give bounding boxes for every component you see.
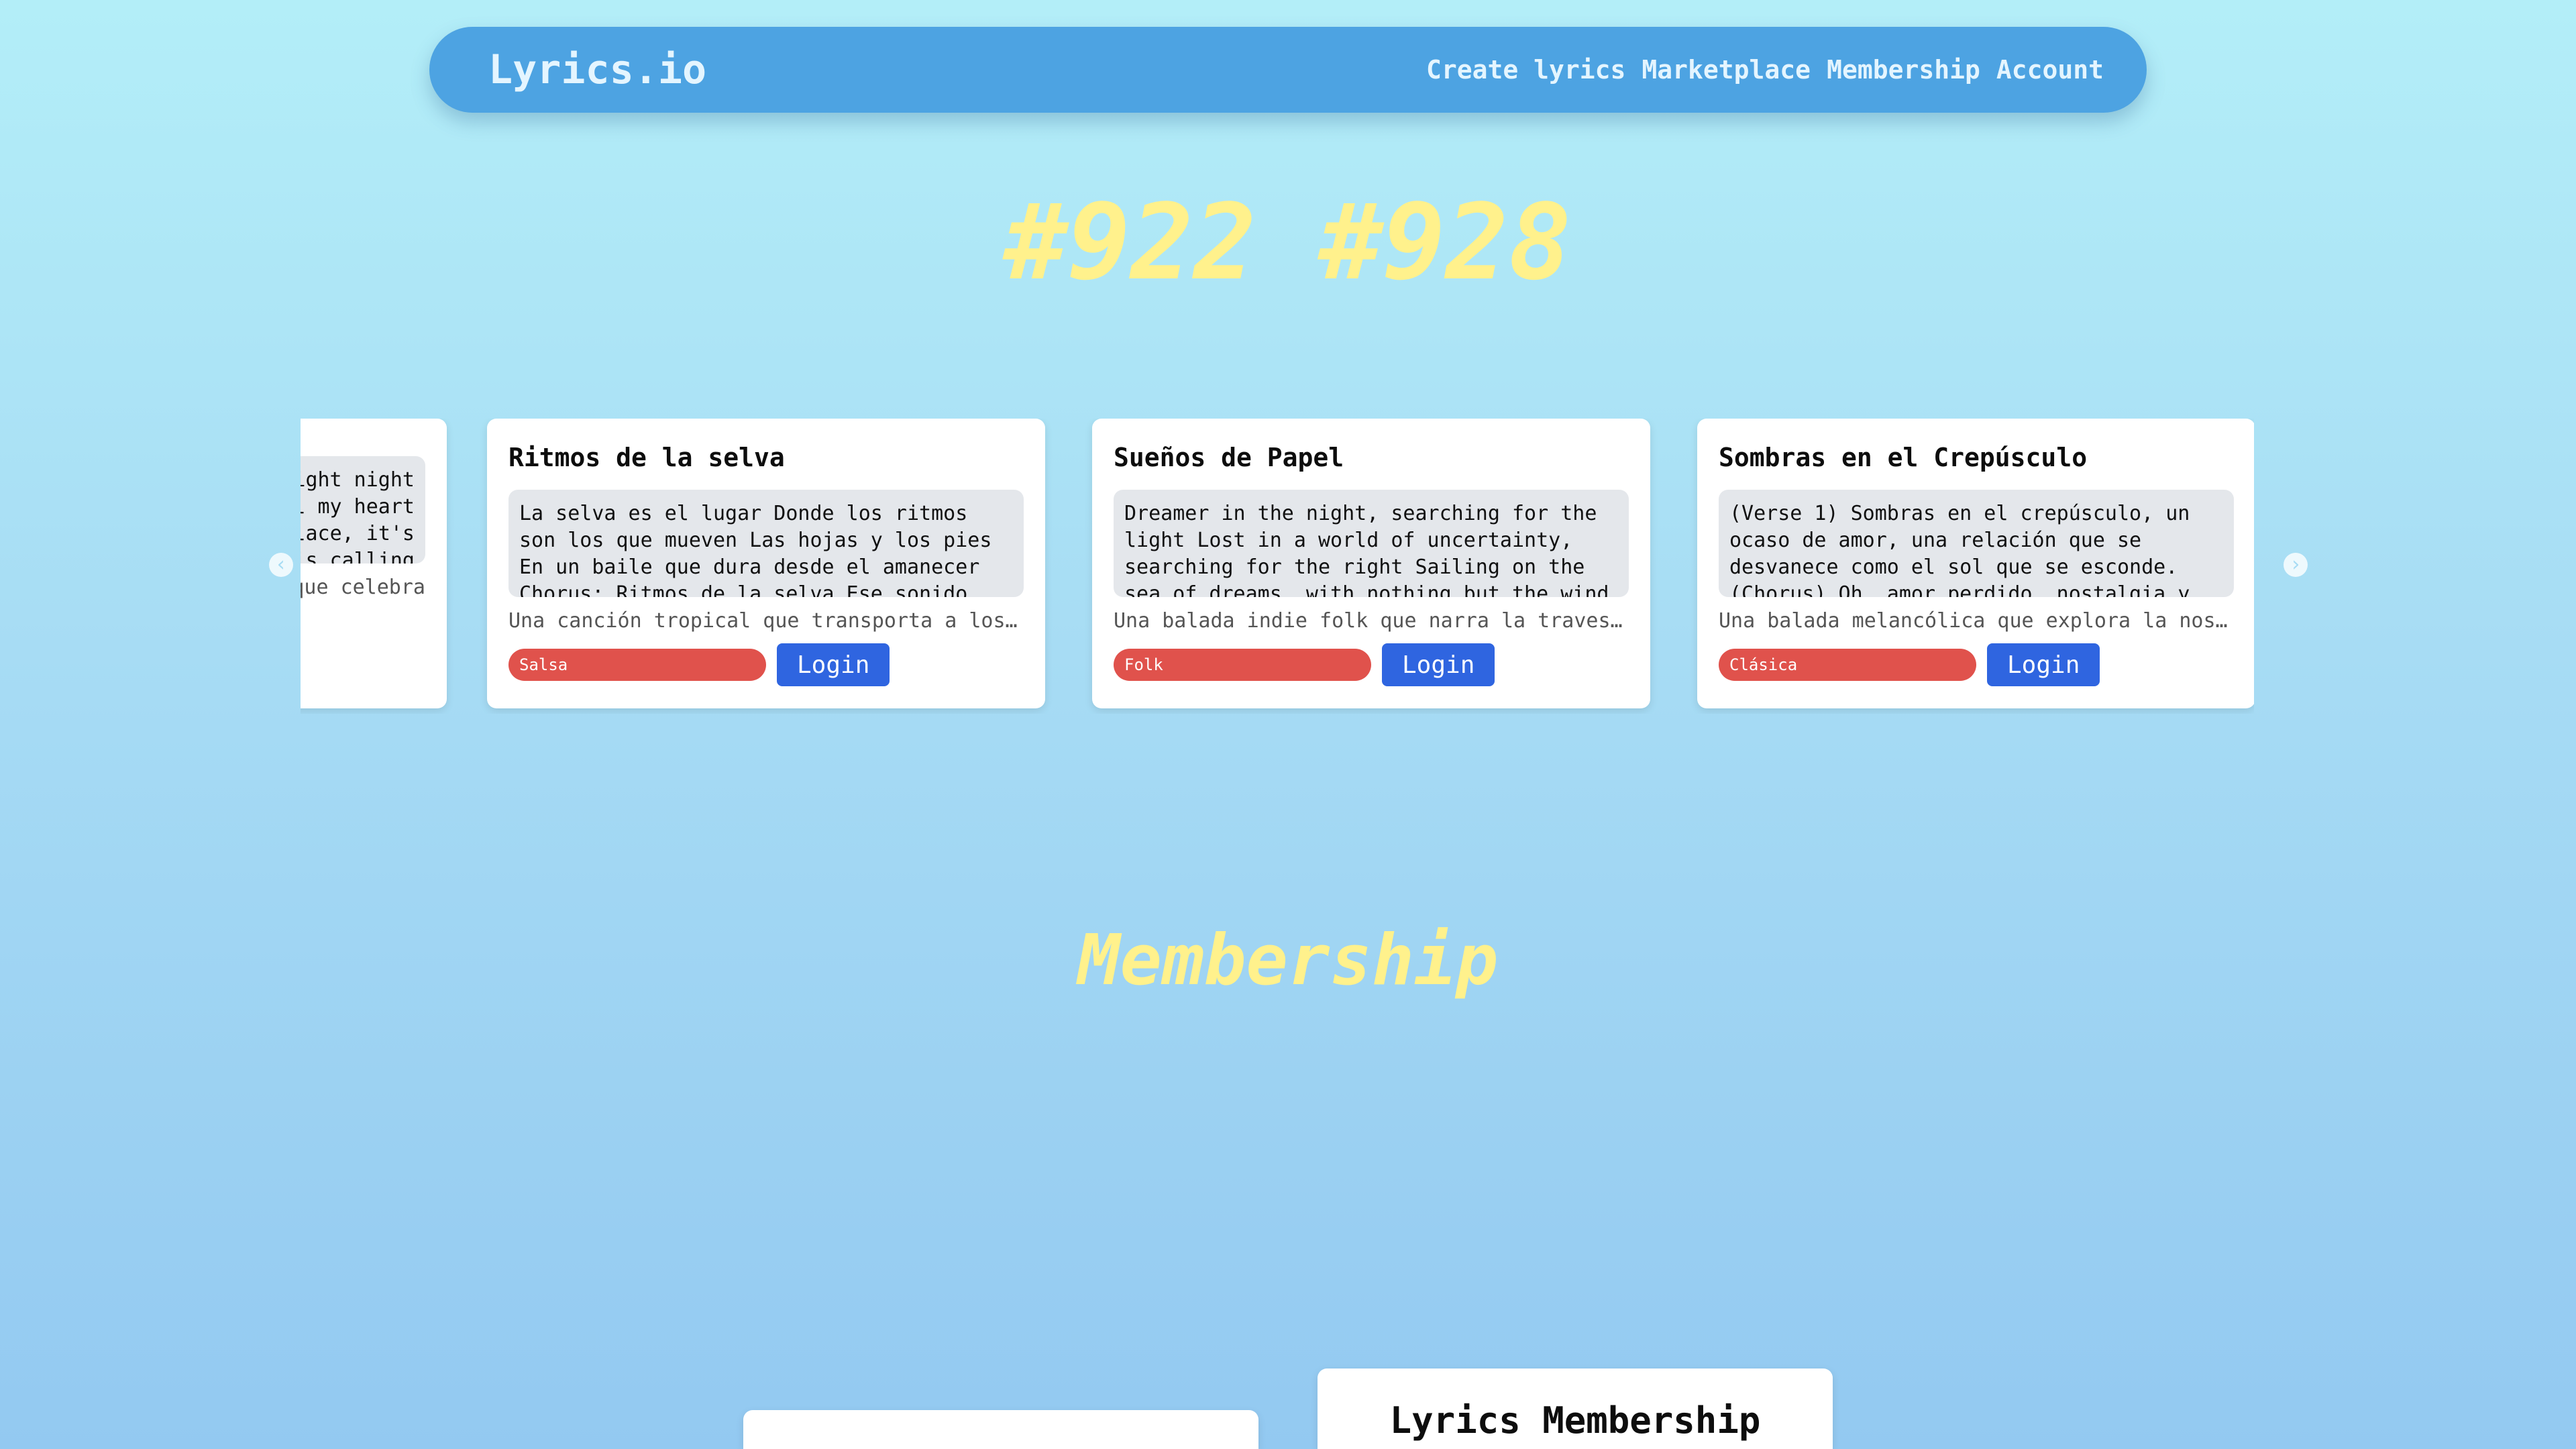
brand-logo[interactable]: Lyrics.io (488, 46, 706, 93)
card-lyrics: (Verse 1) Sombras en el crepúsculo, un o… (1719, 490, 2234, 597)
nav-create-lyrics[interactable]: Create lyrics (1426, 55, 1625, 85)
login-button[interactable]: Login (1382, 643, 1495, 686)
membership-plan-card: Lyrics Membership (1318, 1368, 1833, 1449)
nav-links: Create lyrics Marketplace Membership Acc… (1426, 55, 2104, 85)
chevron-right-icon[interactable]: › (2284, 553, 2308, 577)
top-navbar: Lyrics.io Create lyrics Marketplace Memb… (429, 27, 2147, 113)
login-button[interactable]: Login (1987, 643, 2100, 686)
card-description: Una balada indie folk que narra la trave… (1114, 609, 1629, 633)
lyrics-card: Ritmos de la selva La selva es el lugar … (487, 419, 1045, 708)
card-footer: Clásica Login (1719, 643, 2234, 686)
membership-plan-card (743, 1410, 1258, 1449)
lyrics-carousel: Under the moonlight night I feel my hear… (301, 419, 2254, 714)
genre-badge: Folk (1114, 649, 1371, 681)
plan-title: Lyrics Membership (1389, 1399, 1761, 1442)
genre-badge: Salsa (508, 649, 766, 681)
card-title: Sombras en el Crepúsculo (1719, 443, 2088, 472)
nav-marketplace[interactable]: Marketplace (1642, 55, 1811, 85)
card-description: Una canción tropical que transporta a lo… (508, 609, 1024, 633)
lyrics-card: Sombras en el Crepúsculo (Verse 1) Sombr… (1697, 419, 2254, 708)
card-title: Sueños de Papel (1114, 443, 1344, 472)
nav-account[interactable]: Account (1996, 55, 2104, 85)
card-description: Una balada melancólica que explora la no… (1719, 609, 2234, 633)
card-lyrics: Dreamer in the night, searching for the … (1114, 490, 1629, 597)
genre-badge: Clásica (1719, 649, 1976, 681)
card-description: Una canción que celebra (301, 576, 425, 599)
nav-membership[interactable]: Membership (1827, 55, 1980, 85)
login-button[interactable]: Login (777, 643, 890, 686)
membership-section-title: Membership (1077, 919, 1499, 1001)
chevron-left-icon[interactable]: ‹ (269, 553, 293, 577)
lyrics-card: Sueños de Papel Dreamer in the night, se… (1092, 419, 1650, 708)
card-lyrics: Under the moonlight night I feel my hear… (301, 456, 425, 564)
card-footer: Folk Login (1114, 643, 1629, 686)
lyrics-card: Under the moonlight night I feel my hear… (301, 419, 447, 708)
hero-title: #922 #928 (1004, 181, 1572, 303)
card-title: Ritmos de la selva (508, 443, 785, 472)
card-lyrics: La selva es el lugar Donde los ritmos so… (508, 490, 1024, 597)
card-footer: Salsa Login (508, 643, 1024, 686)
